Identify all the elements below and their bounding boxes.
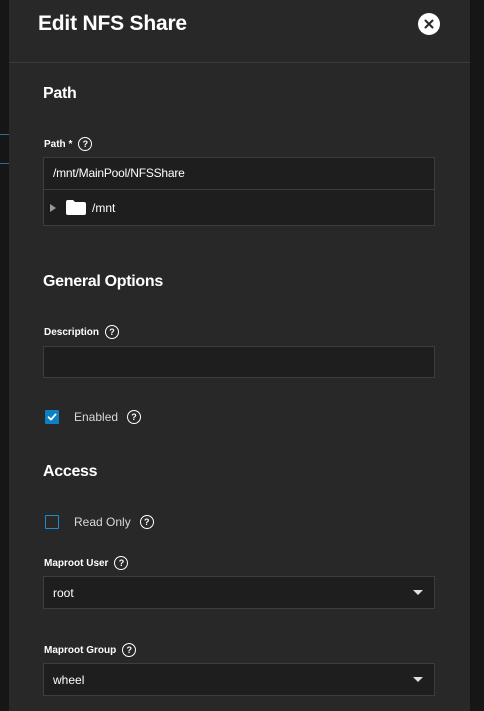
description-label-row: Description ?	[44, 325, 120, 339]
maproot-group-value: wheel	[53, 672, 85, 687]
edit-nfs-share-panel: Edit NFS Share Path Path * ? /mnt/MainPo…	[9, 0, 470, 711]
maproot-user-value: root	[53, 585, 74, 600]
enabled-checkbox-row: Enabled ?	[45, 410, 142, 424]
section-title-path: Path	[43, 85, 77, 102]
path-label-row: Path * ?	[44, 137, 93, 151]
help-icon[interactable]: ?	[78, 137, 93, 151]
maproot-group-label: Maproot Group	[44, 644, 117, 656]
panel-header: Edit NFS Share	[9, 0, 470, 63]
maproot-user-select[interactable]: root	[43, 576, 435, 609]
help-icon[interactable]: ?	[105, 325, 120, 339]
read-only-label: Read Only	[74, 515, 131, 529]
section-title-access: Access	[43, 463, 98, 480]
read-only-checkbox-row: Read Only ?	[45, 515, 154, 529]
help-icon[interactable]: ?	[139, 515, 154, 529]
panel-title: Edit NFS Share	[38, 12, 187, 35]
chevron-down-icon	[413, 677, 423, 682]
help-icon[interactable]: ?	[127, 410, 142, 424]
path-input[interactable]: /mnt/MainPool/NFSShare	[43, 157, 435, 190]
tree-node-mnt[interactable]: /mnt	[92, 201, 115, 215]
background-scroll-edge	[470, 0, 484, 711]
help-icon[interactable]: ?	[114, 556, 129, 570]
help-icon[interactable]: ?	[122, 643, 137, 657]
path-label: Path *	[44, 138, 73, 150]
description-label: Description	[44, 326, 100, 338]
expand-arrow-icon[interactable]	[50, 203, 56, 212]
section-title-general-options: General Options	[43, 273, 163, 290]
close-icon	[424, 19, 434, 29]
enabled-checkbox[interactable]	[45, 410, 59, 424]
close-button[interactable]	[418, 13, 440, 35]
chevron-down-icon	[413, 590, 423, 595]
description-input[interactable]	[43, 346, 435, 378]
checkmark-icon	[47, 413, 57, 421]
maproot-user-label: Maproot User	[44, 557, 109, 569]
maproot-group-select[interactable]: wheel	[43, 663, 435, 696]
enabled-label: Enabled	[74, 410, 119, 424]
maproot-group-label-row: Maproot Group ?	[44, 643, 137, 657]
maproot-user-label-row: Maproot User ?	[44, 556, 129, 570]
folder-icon	[66, 200, 86, 215]
path-tree: /mnt	[43, 190, 435, 226]
read-only-checkbox[interactable]	[45, 515, 59, 529]
